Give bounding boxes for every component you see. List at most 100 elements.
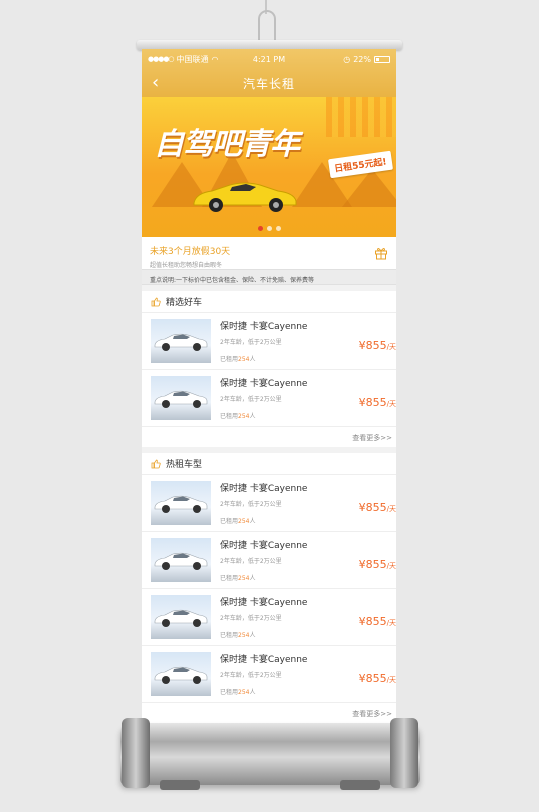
- rented-prefix: 已租用: [220, 575, 239, 582]
- promo-subtitle: 超值长租助您畅想自由暇冬: [150, 262, 223, 269]
- car-name: 保时捷 卡宴Cayenne: [220, 379, 308, 389]
- rented-count: 已租用254人: [220, 516, 387, 525]
- rented-suffix: 人: [249, 689, 256, 696]
- section-header: 热租车型: [142, 453, 396, 475]
- price-unit: /天: [386, 400, 396, 408]
- car-thumbnail: [151, 595, 211, 639]
- app-screen: ●●●●○ 中国联通 ◠ 4:21 PM ◷ 22% ‹ 汽车长租 自驾吧青年 …: [142, 49, 396, 732]
- rented-number: 254: [238, 632, 250, 639]
- stand-cap-right: [390, 718, 418, 788]
- car-name: 保时捷 卡宴Cayenne: [220, 484, 308, 494]
- carousel-dots: [142, 226, 396, 231]
- banner-title: 自驾吧青年: [154, 127, 300, 162]
- price-unit: /天: [386, 505, 396, 513]
- rented-suffix: 人: [249, 356, 256, 363]
- car-list: 保时捷 卡宴Cayenne 2年车龄，低于2万公里 已租用254人 ¥855/天 保时捷…: [142, 313, 396, 427]
- car-price: ¥855/天: [359, 396, 396, 409]
- white-car-icon: [154, 495, 208, 513]
- car-price: ¥855/天: [359, 501, 396, 514]
- car-list-item[interactable]: 保时捷 卡宴Cayenne 2年车龄，低于2万公里 已租用254人 ¥855/天: [142, 370, 396, 427]
- rented-number: 254: [238, 413, 250, 420]
- rented-prefix: 已租用: [220, 413, 239, 420]
- thumbs-up-icon: [151, 297, 161, 306]
- status-time: 4:21 PM: [252, 54, 286, 64]
- white-car-icon: [154, 666, 208, 684]
- white-car-icon: [154, 390, 208, 408]
- car-list: 保时捷 卡宴Cayenne 2年车龄，低于2万公里 已租用254人 ¥855/天 保时捷…: [142, 475, 396, 703]
- carousel-dot[interactable]: [266, 226, 272, 231]
- rented-number: 254: [238, 575, 250, 582]
- rented-prefix: 已租用: [220, 356, 239, 363]
- car-thumbnail: [151, 376, 211, 420]
- page-title: 汽车长租: [242, 76, 295, 91]
- rented-count: 已租用254人: [220, 687, 387, 696]
- stand-foot-right: [340, 780, 380, 790]
- carousel-dot[interactable]: [257, 226, 263, 231]
- rented-number: 254: [238, 689, 250, 696]
- notice-text: 重点说明:一下标价中已包含租金、保险、不计免赔、保养费等: [142, 269, 396, 285]
- price-unit: /天: [386, 343, 396, 351]
- view-more-link[interactable]: 查看更多>>: [142, 427, 396, 447]
- section-popular: 热租车型 保时捷 卡宴Cayenne 2年车龄，低于2万公里 已租用254人 ¥855…: [142, 453, 396, 723]
- white-car-icon: [154, 609, 208, 627]
- rented-suffix: 人: [249, 632, 256, 639]
- car-name: 保时捷 卡宴Cayenne: [220, 322, 308, 332]
- price-value: ¥855: [358, 501, 387, 514]
- car-price: ¥855/天: [359, 615, 396, 628]
- rented-suffix: 人: [249, 575, 256, 582]
- back-icon[interactable]: ‹: [152, 72, 159, 93]
- stand-foot-left: [160, 780, 200, 790]
- view-more-link[interactable]: 查看更多>>: [142, 703, 396, 723]
- price-unit: /天: [386, 562, 396, 570]
- rented-prefix: 已租用: [220, 518, 239, 525]
- car-price: ¥855/天: [359, 339, 396, 352]
- car-list-item[interactable]: 保时捷 卡宴Cayenne 2年车龄，低于2万公里 已租用254人 ¥855/天: [142, 475, 396, 532]
- section-featured: 精选好车 保时捷 卡宴Cayenne 2年车龄，低于2万公里 已租用254人 ¥855…: [142, 291, 396, 447]
- price-value: ¥855: [358, 672, 387, 685]
- sports-car-image: [193, 182, 297, 212]
- gift-icon[interactable]: [374, 246, 388, 260]
- car-list-item[interactable]: 保时捷 卡宴Cayenne 2年车龄，低于2万公里 已租用254人 ¥855/天: [142, 313, 396, 370]
- section-title: 热租车型: [166, 460, 203, 470]
- promo-strip[interactable]: 未来3个月放假30天 超值长租助您畅想自由暇冬: [142, 237, 396, 269]
- car-price: ¥855/天: [359, 558, 396, 571]
- price-value: ¥855: [358, 396, 387, 409]
- price-value: ¥855: [358, 615, 387, 628]
- promo-banner[interactable]: 自驾吧青年 日租55元起!: [142, 97, 396, 237]
- promo-title: 未来3个月放假30天: [150, 247, 231, 257]
- car-name: 保时捷 卡宴Cayenne: [220, 541, 308, 551]
- thumbs-up-icon: [151, 459, 161, 468]
- car-thumbnail: [151, 319, 211, 363]
- nav-bar: ‹ 汽车长租: [142, 69, 396, 97]
- car-name: 保时捷 卡宴Cayenne: [220, 598, 308, 608]
- header: ●●●●○ 中国联通 ◠ 4:21 PM ◷ 22% ‹ 汽车长租: [142, 49, 396, 97]
- stand-cap-left: [122, 718, 150, 788]
- car-list-item[interactable]: 保时捷 卡宴Cayenne 2年车龄，低于2万公里 已租用254人 ¥855/天: [142, 532, 396, 589]
- section-title: 精选好车: [166, 298, 203, 308]
- car-price: ¥855/天: [359, 672, 396, 685]
- section-header: 精选好车: [142, 291, 396, 313]
- price-unit: /天: [386, 619, 396, 627]
- price-value: ¥855: [358, 558, 387, 571]
- rented-count: 已租用254人: [220, 411, 387, 420]
- stand-base: [120, 723, 420, 785]
- rented-suffix: 人: [249, 518, 256, 525]
- rented-count: 已租用254人: [220, 630, 387, 639]
- white-car-icon: [154, 552, 208, 570]
- banner-stripe: [326, 97, 396, 137]
- car-list-item[interactable]: 保时捷 卡宴Cayenne 2年车龄，低于2万公里 已租用254人 ¥855/天: [142, 646, 396, 703]
- rented-count: 已租用254人: [220, 354, 387, 363]
- status-bar: ●●●●○ 中国联通 ◠ 4:21 PM ◷ 22%: [142, 49, 396, 69]
- stand-hook: [258, 10, 276, 42]
- car-thumbnail: [151, 538, 211, 582]
- rented-number: 254: [238, 518, 250, 525]
- rented-prefix: 已租用: [220, 632, 239, 639]
- rented-prefix: 已租用: [220, 689, 239, 696]
- white-car-icon: [154, 333, 208, 351]
- car-list-item[interactable]: 保时捷 卡宴Cayenne 2年车龄，低于2万公里 已租用254人 ¥855/天: [142, 589, 396, 646]
- carousel-dot[interactable]: [275, 226, 281, 231]
- battery-icon: [374, 55, 390, 63]
- car-thumbnail: [151, 652, 211, 696]
- rented-count: 已租用254人: [220, 573, 387, 582]
- price-value: ¥855: [358, 339, 387, 352]
